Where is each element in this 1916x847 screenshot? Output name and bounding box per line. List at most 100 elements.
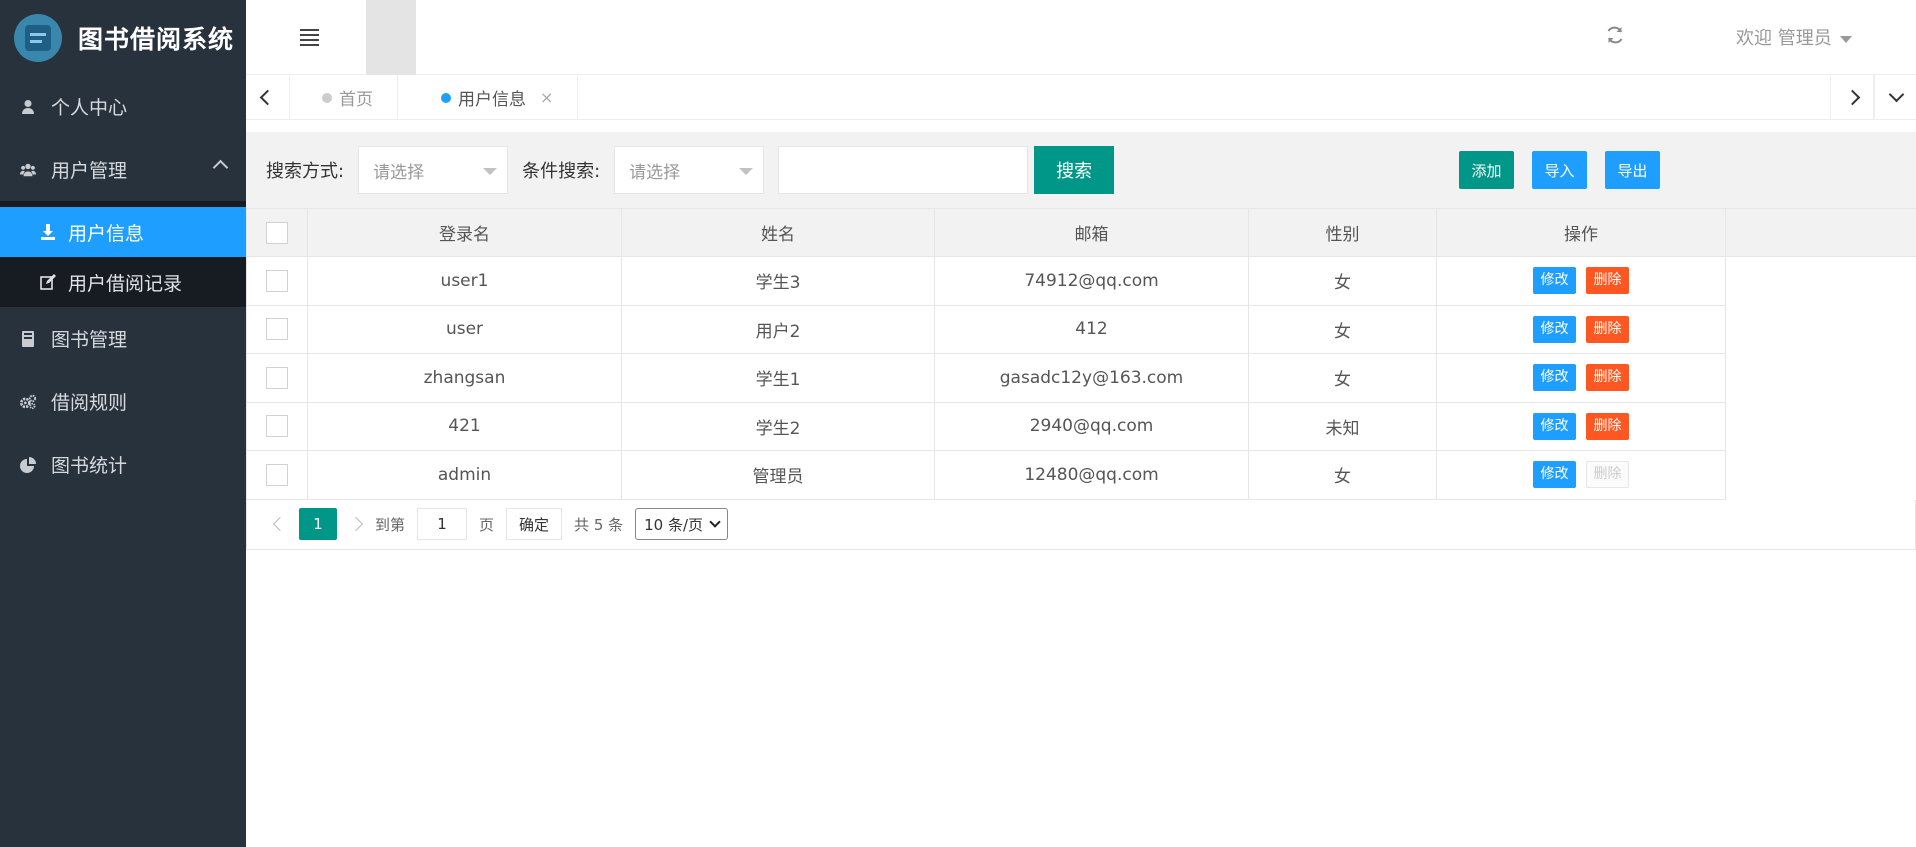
pagination: 1 到第 1 页 确定 共 5 条 10 条/页 bbox=[246, 499, 1916, 550]
delete-button[interactable]: 删除 bbox=[1586, 315, 1629, 343]
row-checkbox-cell bbox=[246, 256, 308, 306]
edit-button[interactable]: 修改 bbox=[1533, 461, 1576, 489]
empty-cell bbox=[1725, 305, 1916, 354]
tab-dot bbox=[441, 92, 451, 103]
edit-button[interactable]: 修改 bbox=[1533, 364, 1576, 392]
edit-button[interactable]: 修改 bbox=[1533, 315, 1576, 343]
search-input[interactable] bbox=[778, 146, 1029, 194]
login-cell: user bbox=[307, 304, 622, 354]
menu-toggle-icon[interactable] bbox=[300, 29, 319, 46]
import-button[interactable]: 导入 bbox=[1532, 151, 1587, 189]
close-icon[interactable]: × bbox=[540, 88, 553, 107]
email-cell: 12480@qq.com bbox=[934, 450, 1249, 500]
tab-label: 用户信息 bbox=[458, 90, 526, 110]
page-size-select[interactable]: 10 条/页 bbox=[635, 508, 729, 540]
sidebar-item-label: 用户信息 bbox=[68, 222, 145, 245]
gender-cell: 女 bbox=[1248, 304, 1437, 354]
goto-label: 到第 bbox=[375, 515, 406, 534]
logo-bar: 图书借阅系统 bbox=[0, 0, 246, 75]
actions-cell: 修改 删除 bbox=[1436, 256, 1726, 306]
name-cell: 学生1 bbox=[621, 353, 935, 403]
table-row: zhangsan 学生1 gasadc12y@163.com 女 修改 删除 bbox=[246, 353, 1916, 403]
row-checkbox[interactable] bbox=[266, 318, 288, 341]
caret-down-icon bbox=[1839, 35, 1852, 43]
sidebar-item-book-statistics[interactable]: 图书统计 bbox=[0, 433, 246, 496]
login-cell: zhangsan bbox=[307, 353, 622, 403]
login-cell: 421 bbox=[307, 401, 622, 451]
email-cell: gasadc12y@163.com bbox=[934, 353, 1249, 403]
goto-page-input[interactable]: 1 bbox=[417, 508, 468, 540]
sidebar-item-borrow-rules[interactable]: 借阅规则 bbox=[0, 370, 246, 433]
select-all-checkbox[interactable] bbox=[266, 221, 288, 244]
login-cell: admin bbox=[307, 450, 622, 500]
search-button[interactable]: 搜索 bbox=[1034, 146, 1115, 194]
actions-cell: 修改 删除 bbox=[1436, 304, 1726, 354]
user-table: 登录名 姓名 邮箱 性别 操作 user1 学生3 74912@qq.com 女… bbox=[246, 208, 1916, 500]
delete-button[interactable]: 删除 bbox=[1586, 267, 1629, 295]
page-size-value: 10 条/页 bbox=[644, 515, 704, 534]
next-page-icon[interactable] bbox=[348, 516, 364, 532]
add-button[interactable]: 添加 bbox=[1459, 151, 1514, 189]
edit-button[interactable]: 修改 bbox=[1533, 412, 1576, 440]
chevron-down-icon bbox=[709, 516, 721, 528]
table-row: user1 学生3 74912@qq.com 女 修改 删除 bbox=[246, 256, 1916, 306]
gender-cell: 女 bbox=[1248, 353, 1437, 403]
table-header-row: 登录名 姓名 邮箱 性别 操作 bbox=[246, 208, 1916, 257]
tab-scroll-left[interactable] bbox=[246, 75, 290, 120]
users-icon bbox=[20, 162, 36, 178]
empty-cell bbox=[1725, 256, 1916, 305]
refresh-icon[interactable] bbox=[1606, 25, 1624, 49]
sidebar-item-user-management[interactable]: 用户管理 bbox=[0, 138, 246, 201]
user-icon bbox=[20, 99, 36, 115]
delete-button[interactable]: 删除 bbox=[1586, 412, 1629, 440]
tab-scroll-right[interactable] bbox=[1830, 75, 1874, 120]
sidebar-item-label: 用户借阅记录 bbox=[68, 272, 183, 295]
tab-label: 首页 bbox=[339, 90, 373, 110]
tab-home[interactable]: 首页 bbox=[290, 75, 398, 120]
select-placeholder: 请选择 bbox=[373, 162, 425, 183]
tab-user-info[interactable]: 用户信息 × bbox=[409, 75, 579, 120]
gender-cell: 女 bbox=[1248, 450, 1437, 500]
gears-icon bbox=[20, 394, 36, 410]
tab-menu-dropdown[interactable] bbox=[1874, 75, 1916, 120]
name-cell: 学生2 bbox=[621, 401, 935, 451]
tab-bar: 首页 用户信息 × bbox=[246, 75, 1916, 120]
search-mode-select[interactable]: 请选择 bbox=[358, 146, 509, 194]
column-header-email: 邮箱 bbox=[934, 208, 1249, 257]
email-cell: 74912@qq.com bbox=[934, 256, 1249, 306]
sidebar-item-book-management[interactable]: 图书管理 bbox=[0, 307, 246, 370]
column-header-gender: 性别 bbox=[1248, 208, 1437, 257]
chevron-right-icon bbox=[1844, 89, 1860, 106]
edit-button[interactable]: 修改 bbox=[1533, 267, 1576, 295]
delete-button[interactable]: 删除 bbox=[1586, 364, 1629, 392]
sidebar-item-label: 个人中心 bbox=[51, 97, 128, 119]
gender-cell: 女 bbox=[1248, 256, 1437, 306]
total-count: 共 5 条 bbox=[574, 515, 624, 534]
edit-icon bbox=[40, 274, 56, 290]
column-header-empty bbox=[1725, 208, 1916, 257]
goto-confirm-button[interactable]: 确定 bbox=[506, 508, 563, 540]
caret-down-icon bbox=[483, 168, 498, 175]
export-button[interactable]: 导出 bbox=[1605, 151, 1660, 189]
empty-cell bbox=[1725, 402, 1916, 451]
email-cell: 2940@qq.com bbox=[934, 401, 1249, 451]
actions-cell: 修改 删除 bbox=[1436, 353, 1726, 403]
app-root: 图书借阅系统 个人中心 用户管理 用户信息 用户借阅记录 图书管理 借阅规则 图… bbox=[0, 0, 1916, 847]
sidebar-item-personal-center[interactable]: 个人中心 bbox=[0, 75, 246, 138]
actions-cell: 修改 删除 bbox=[1436, 450, 1726, 500]
user-menu[interactable]: 欢迎 管理员 bbox=[1736, 24, 1852, 50]
sidebar-item-user-borrow-records[interactable]: 用户借阅记录 bbox=[0, 257, 246, 307]
row-checkbox[interactable] bbox=[266, 366, 288, 389]
empty-cell bbox=[1725, 353, 1916, 402]
chevron-up-icon bbox=[212, 159, 229, 176]
current-page-button[interactable]: 1 bbox=[299, 508, 337, 540]
top-header: 欢迎 管理员 bbox=[246, 0, 1916, 75]
tab-dot bbox=[322, 92, 332, 103]
sidebar-item-user-info[interactable]: 用户信息 bbox=[0, 207, 246, 257]
condition-select[interactable]: 请选择 bbox=[614, 146, 765, 194]
prev-page-icon[interactable] bbox=[272, 516, 288, 532]
row-checkbox[interactable] bbox=[266, 463, 288, 486]
row-checkbox[interactable] bbox=[266, 415, 288, 438]
chevron-left-icon bbox=[259, 89, 276, 106]
row-checkbox[interactable] bbox=[266, 269, 288, 292]
